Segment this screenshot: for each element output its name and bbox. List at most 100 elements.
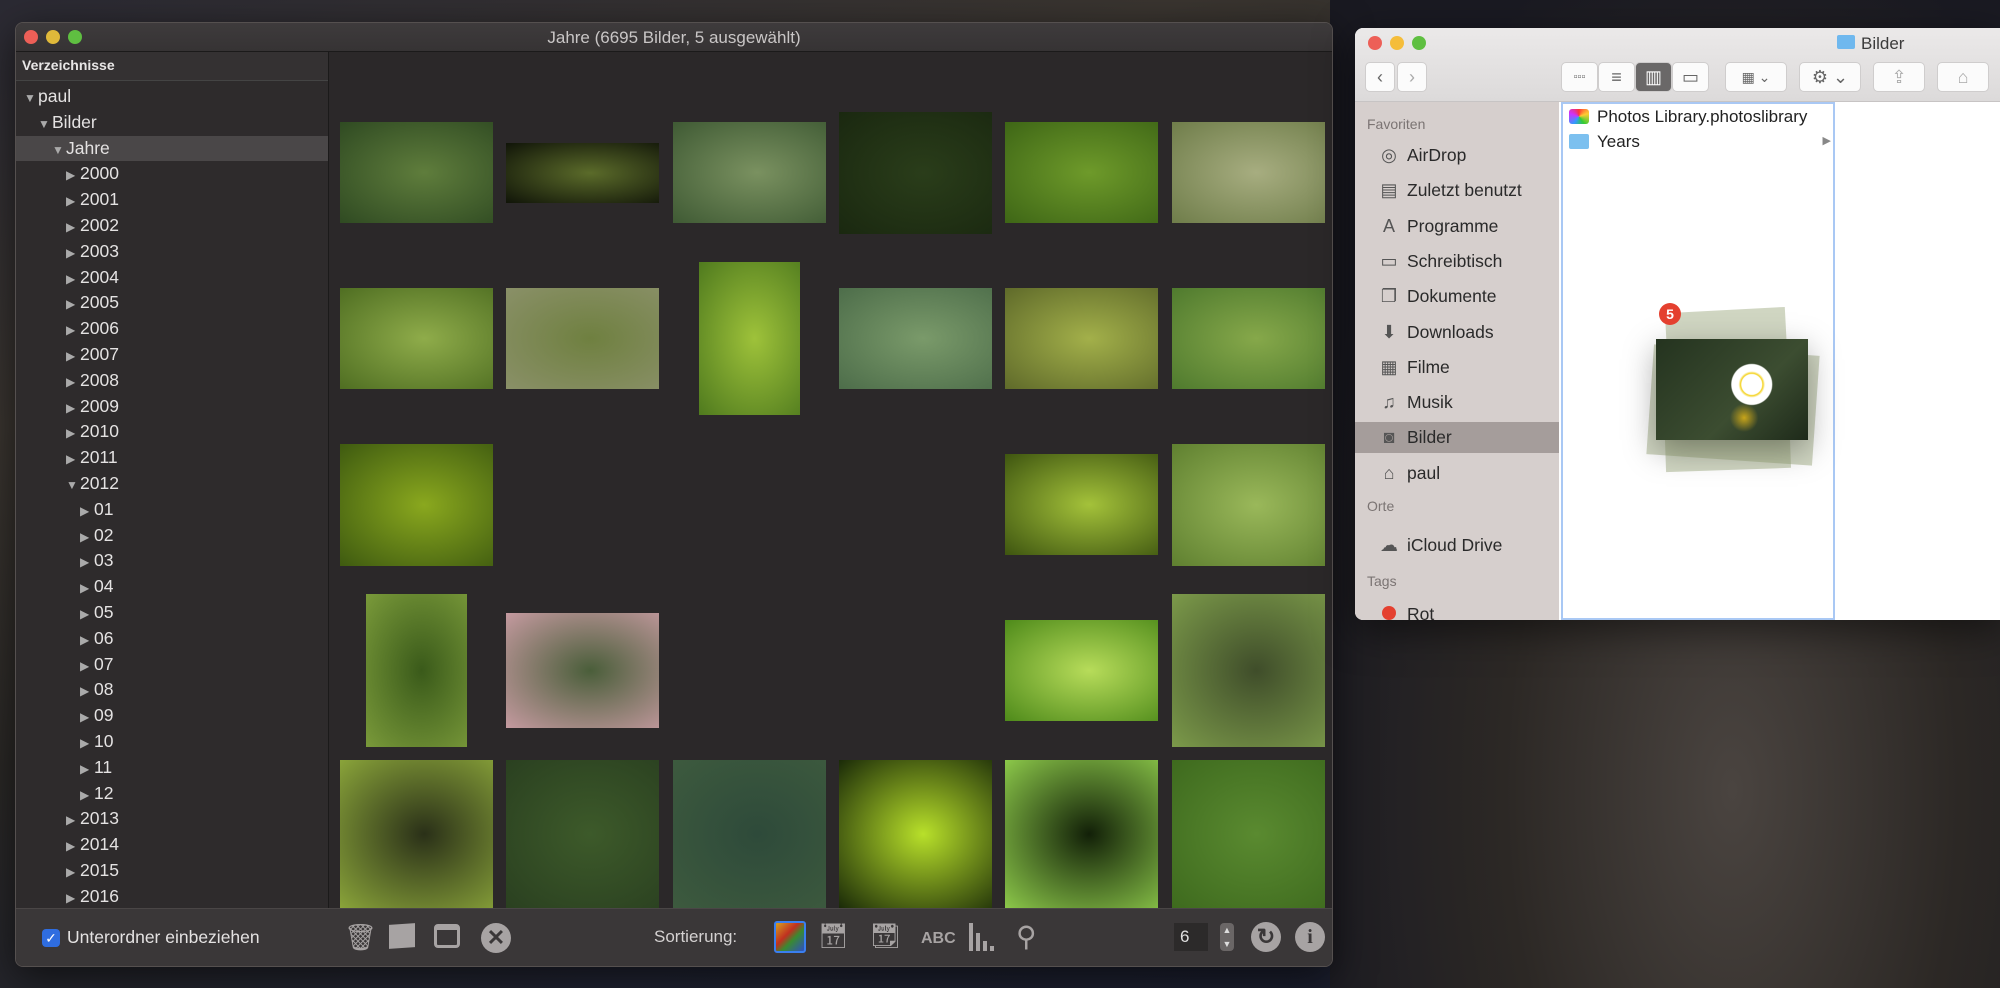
tree-item-2011[interactable]: ▶ 2011	[16, 445, 328, 471]
disclosure-closed-icon[interactable]: ▶	[80, 731, 94, 757]
close-window-button[interactable]	[24, 30, 38, 44]
disclosure-closed-icon[interactable]: ▶	[66, 267, 80, 293]
tree-item-01[interactable]: ▶ 01	[16, 497, 328, 523]
disclosure-closed-icon[interactable]: ▶	[66, 241, 80, 267]
thumbnail-cell[interactable]	[838, 262, 992, 415]
thumbnail-count-field[interactable]: 6	[1174, 923, 1208, 951]
thumbnail-cell[interactable]	[506, 594, 660, 747]
finder-sidebar-item[interactable]: A Programme	[1355, 211, 1559, 242]
zoom-window-button[interactable]	[68, 30, 82, 44]
tree-item-05[interactable]: ▶ 05	[16, 600, 328, 626]
thumbnail-cell[interactable]	[838, 760, 992, 908]
share-button[interactable]: ⇪	[1873, 62, 1925, 92]
abc-icon[interactable]: ABC	[921, 924, 956, 954]
disclosure-closed-icon[interactable]: ▶	[66, 421, 80, 447]
finder-sidebar-item[interactable]: ♫ Musik	[1355, 387, 1559, 418]
include-subfolders-checkbox[interactable]: ✓ Unterordner einbeziehen	[42, 927, 260, 948]
thumbnail-cell[interactable]	[340, 428, 493, 581]
thumbnail-count-stepper[interactable]: ▲ ▼	[1220, 923, 1234, 951]
photo-thumbnail[interactable]	[506, 760, 660, 908]
disclosure-closed-icon[interactable]: ▶	[66, 163, 80, 189]
color-grid-icon[interactable]	[774, 921, 806, 953]
disclosure-open-icon[interactable]: ▼	[52, 138, 66, 164]
thumbnail-cell[interactable]	[506, 262, 660, 415]
tag-button[interactable]: ⌂	[1937, 62, 1989, 92]
thumbnail-cell[interactable]	[672, 760, 826, 908]
tree-item-2007[interactable]: ▶ 2007	[16, 342, 328, 368]
list-view-button[interactable]: ≡	[1598, 62, 1635, 92]
tree-item-2001[interactable]: ▶ 2001	[16, 187, 328, 213]
tree-item-2010[interactable]: ▶ 2010	[16, 419, 328, 445]
thumbnail-cell[interactable]	[340, 96, 493, 249]
photo-thumbnail[interactable]	[1005, 760, 1159, 908]
finder-zoom-button[interactable]	[1412, 36, 1426, 50]
minimize-window-button[interactable]	[46, 30, 60, 44]
finder-minimize-button[interactable]	[1390, 36, 1404, 50]
disclosure-closed-icon[interactable]: ▶	[80, 602, 94, 628]
thumbnail-cell[interactable]	[838, 96, 992, 249]
thumbnail-cell[interactable]	[1005, 262, 1159, 415]
thumbnail-cell[interactable]	[506, 96, 660, 249]
finder-sidebar-item[interactable]: ▤ Zuletzt benutzt	[1355, 175, 1559, 206]
photo-thumbnail[interactable]	[340, 760, 493, 908]
thumbnail-cell[interactable]	[1005, 760, 1159, 908]
tree-item-07[interactable]: ▶ 07	[16, 652, 328, 678]
disclosure-open-icon[interactable]: ▼	[66, 473, 80, 499]
file-years[interactable]: Years ▶	[1563, 129, 1833, 154]
finder-sidebar-item[interactable]: Rot	[1355, 599, 1559, 620]
trash-icon[interactable]: 🗑︎	[344, 922, 377, 952]
photo-thumbnail[interactable]	[1005, 454, 1159, 555]
disclosure-closed-icon[interactable]: ▶	[80, 576, 94, 602]
photo-thumbnail[interactable]	[1005, 288, 1159, 389]
photo-thumbnail[interactable]	[1005, 122, 1159, 223]
photo-thumbnail[interactable]	[838, 111, 992, 234]
thumbnail-cell[interactable]	[340, 594, 493, 747]
tree-item-2005[interactable]: ▶ 2005	[16, 290, 328, 316]
thumbnail-cell[interactable]	[672, 96, 826, 249]
tree-item-10[interactable]: ▶ 10	[16, 729, 328, 755]
thumbnail-cell[interactable]	[1005, 594, 1159, 747]
disclosure-closed-icon[interactable]: ▶	[80, 499, 94, 525]
disclosure-closed-icon[interactable]: ▶	[66, 292, 80, 318]
disclosure-closed-icon[interactable]: ▶	[66, 834, 80, 860]
gallery-view-button[interactable]: ▭	[1672, 62, 1709, 92]
finder-close-button[interactable]	[1368, 36, 1382, 50]
thumbnail-grid[interactable]	[330, 52, 1332, 908]
tree-item-2009[interactable]: ▶ 2009	[16, 394, 328, 420]
disclosure-closed-icon[interactable]: ▶	[80, 628, 94, 654]
finder-sidebar-item[interactable]: ⬇ Downloads	[1355, 317, 1559, 348]
thumbnail-cell[interactable]	[1171, 262, 1325, 415]
tree-item-2014[interactable]: ▶ 2014	[16, 832, 328, 858]
disclosure-closed-icon[interactable]: ▶	[80, 783, 94, 809]
tree-item-08[interactable]: ▶ 08	[16, 677, 328, 703]
tree-item-2015[interactable]: ▶ 2015	[16, 858, 328, 884]
disclosure-closed-icon[interactable]: ▶	[66, 370, 80, 396]
disclosure-closed-icon[interactable]: ▶	[80, 679, 94, 705]
thumbnail-cell[interactable]	[1171, 760, 1325, 908]
disclosure-open-icon[interactable]: ▼	[38, 112, 52, 138]
thumbnail-cell[interactable]	[1171, 428, 1325, 581]
photo-thumbnail[interactable]	[1005, 620, 1159, 721]
thumbnail-cell[interactable]	[1005, 428, 1159, 581]
tree-item-2013[interactable]: ▶ 2013	[16, 806, 328, 832]
finder-sidebar-item[interactable]: ❐ Dokumente	[1355, 281, 1559, 312]
disclosure-closed-icon[interactable]: ▶	[80, 757, 94, 783]
tree-item-2003[interactable]: ▶ 2003	[16, 239, 328, 265]
finder-sidebar-item[interactable]: ⌂ paul	[1355, 458, 1559, 489]
disclosure-closed-icon[interactable]: ▶	[66, 808, 80, 834]
back-button[interactable]: ‹	[1365, 62, 1395, 92]
search-icon[interactable]: ⚲	[1016, 921, 1037, 952]
tree-item-11[interactable]: ▶ 11	[16, 755, 328, 781]
histogram-icon[interactable]	[969, 923, 994, 951]
tree-item-02[interactable]: ▶ 02	[16, 523, 328, 549]
disclosure-closed-icon[interactable]: ▶	[80, 525, 94, 551]
tree-item-Jahre[interactable]: ▼ Jahre	[16, 135, 328, 164]
tree-item-06[interactable]: ▶ 06	[16, 626, 328, 652]
photo-thumbnail[interactable]	[1171, 594, 1325, 747]
photo-thumbnail[interactable]	[1171, 288, 1325, 389]
thumbnail-cell[interactable]	[1171, 594, 1325, 747]
disclosure-closed-icon[interactable]: ▶	[66, 318, 80, 344]
tree-item-2012[interactable]: ▼ 2012	[16, 471, 328, 497]
calendar-camera-icon[interactable]: 📅︎	[818, 922, 848, 952]
disclosure-open-icon[interactable]: ▼	[24, 86, 38, 112]
